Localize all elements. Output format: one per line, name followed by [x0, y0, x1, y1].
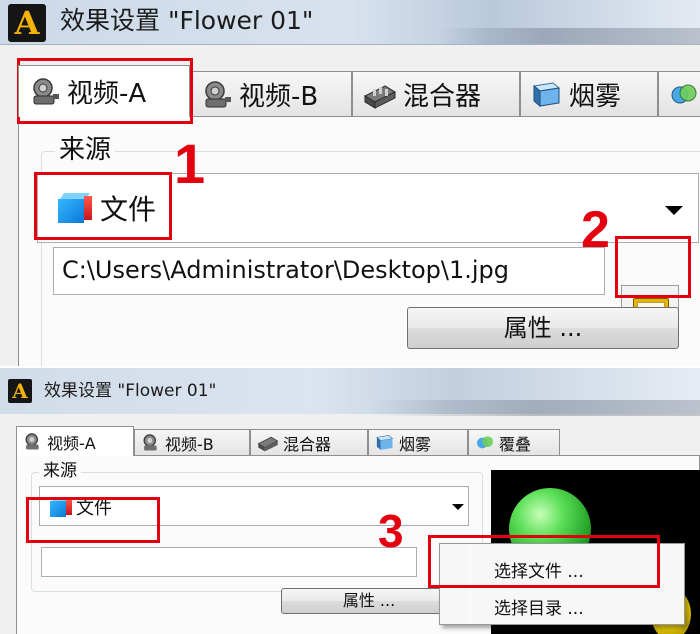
tab-label: 混合器 — [403, 82, 482, 112]
file-path-field[interactable] — [41, 547, 417, 577]
menu-item-select-directory[interactable]: 选择目录 ... — [494, 594, 584, 619]
normal-dialog: A 效果设置 "Flower 01" 视频-A 视频-B 混合器 烟雾 覆叠 来… — [0, 366, 700, 634]
tab-label: 烟雾 — [569, 82, 622, 112]
window-title: 效果设置 "Flower 01" — [60, 6, 314, 35]
title-bar: A 效果设置 "Flower 01" — [0, 368, 700, 416]
tab-fog[interactable]: 烟雾 — [368, 429, 468, 456]
properties-button[interactable]: 属性 ... — [407, 307, 679, 349]
tab-overlay[interactable]: 覆叠 — [468, 429, 560, 456]
highlight-box-select-file — [428, 535, 660, 588]
callout-number-2: 2 — [581, 201, 610, 259]
tab-video-a[interactable]: 视频-A — [16, 426, 134, 456]
overlay-icon — [477, 436, 493, 449]
chevron-down-icon[interactable] — [452, 504, 464, 510]
properties-button[interactable]: 属性 ... — [281, 588, 457, 614]
tab-fog[interactable]: 烟雾 — [520, 71, 658, 117]
tab-video-b[interactable]: 视频-B — [190, 71, 352, 117]
tab-label: 混合器 — [283, 435, 332, 454]
fog-icon — [532, 81, 561, 107]
highlight-box-browse — [615, 236, 691, 298]
title-bar: A 效果设置 "Flower 01" — [0, 0, 700, 48]
highlight-box-source — [26, 497, 160, 543]
chevron-down-icon[interactable] — [665, 206, 683, 215]
window-title: 效果设置 "Flower 01" — [44, 381, 217, 401]
fog-icon — [376, 435, 394, 450]
mixer-icon — [363, 84, 397, 109]
tab-mixer[interactable]: 混合器 — [250, 429, 368, 456]
tab-mixer[interactable]: 混合器 — [352, 71, 520, 117]
tab-strip: 视频-A 视频-B 混合器 烟雾 覆叠 — [16, 426, 560, 456]
camera-icon — [143, 434, 157, 451]
tab-label: 视频-A — [47, 433, 96, 453]
tab-video-a[interactable]: 视频-A — [18, 65, 190, 117]
overlay-icon — [671, 84, 697, 103]
camera-icon — [33, 77, 59, 104]
mixer-icon — [257, 436, 279, 452]
tab-label: 覆叠 — [499, 435, 532, 454]
tab-video-b[interactable]: 视频-B — [134, 429, 250, 456]
zoomed-dialog: A 效果设置 "Flower 01" 视频-A 视频-B 混合器 烟雾 来源 文… — [0, 0, 700, 366]
tab-label: 视频-B — [239, 82, 319, 112]
app-logo-icon: A — [8, 379, 32, 403]
tab-label: 烟雾 — [399, 435, 432, 454]
callout-number-1: 1 — [174, 132, 206, 195]
file-path-field[interactable]: C:\Users\Administrator\Desktop\1.jpg — [53, 247, 605, 295]
app-logo-icon: A — [8, 4, 46, 42]
camera-icon — [25, 432, 39, 449]
tab-label: 视频-B — [165, 435, 214, 454]
tab-strip: 视频-A 视频-B 混合器 烟雾 — [18, 65, 700, 117]
tab-label: 视频-A — [67, 79, 147, 109]
camera-icon — [205, 80, 231, 107]
source-group-label: 来源 — [55, 133, 116, 167]
tab-overlay[interactable] — [658, 71, 700, 117]
callout-number-3: 3 — [378, 505, 404, 557]
highlight-box-source — [34, 172, 172, 240]
source-group-label: 来源 — [39, 460, 81, 482]
